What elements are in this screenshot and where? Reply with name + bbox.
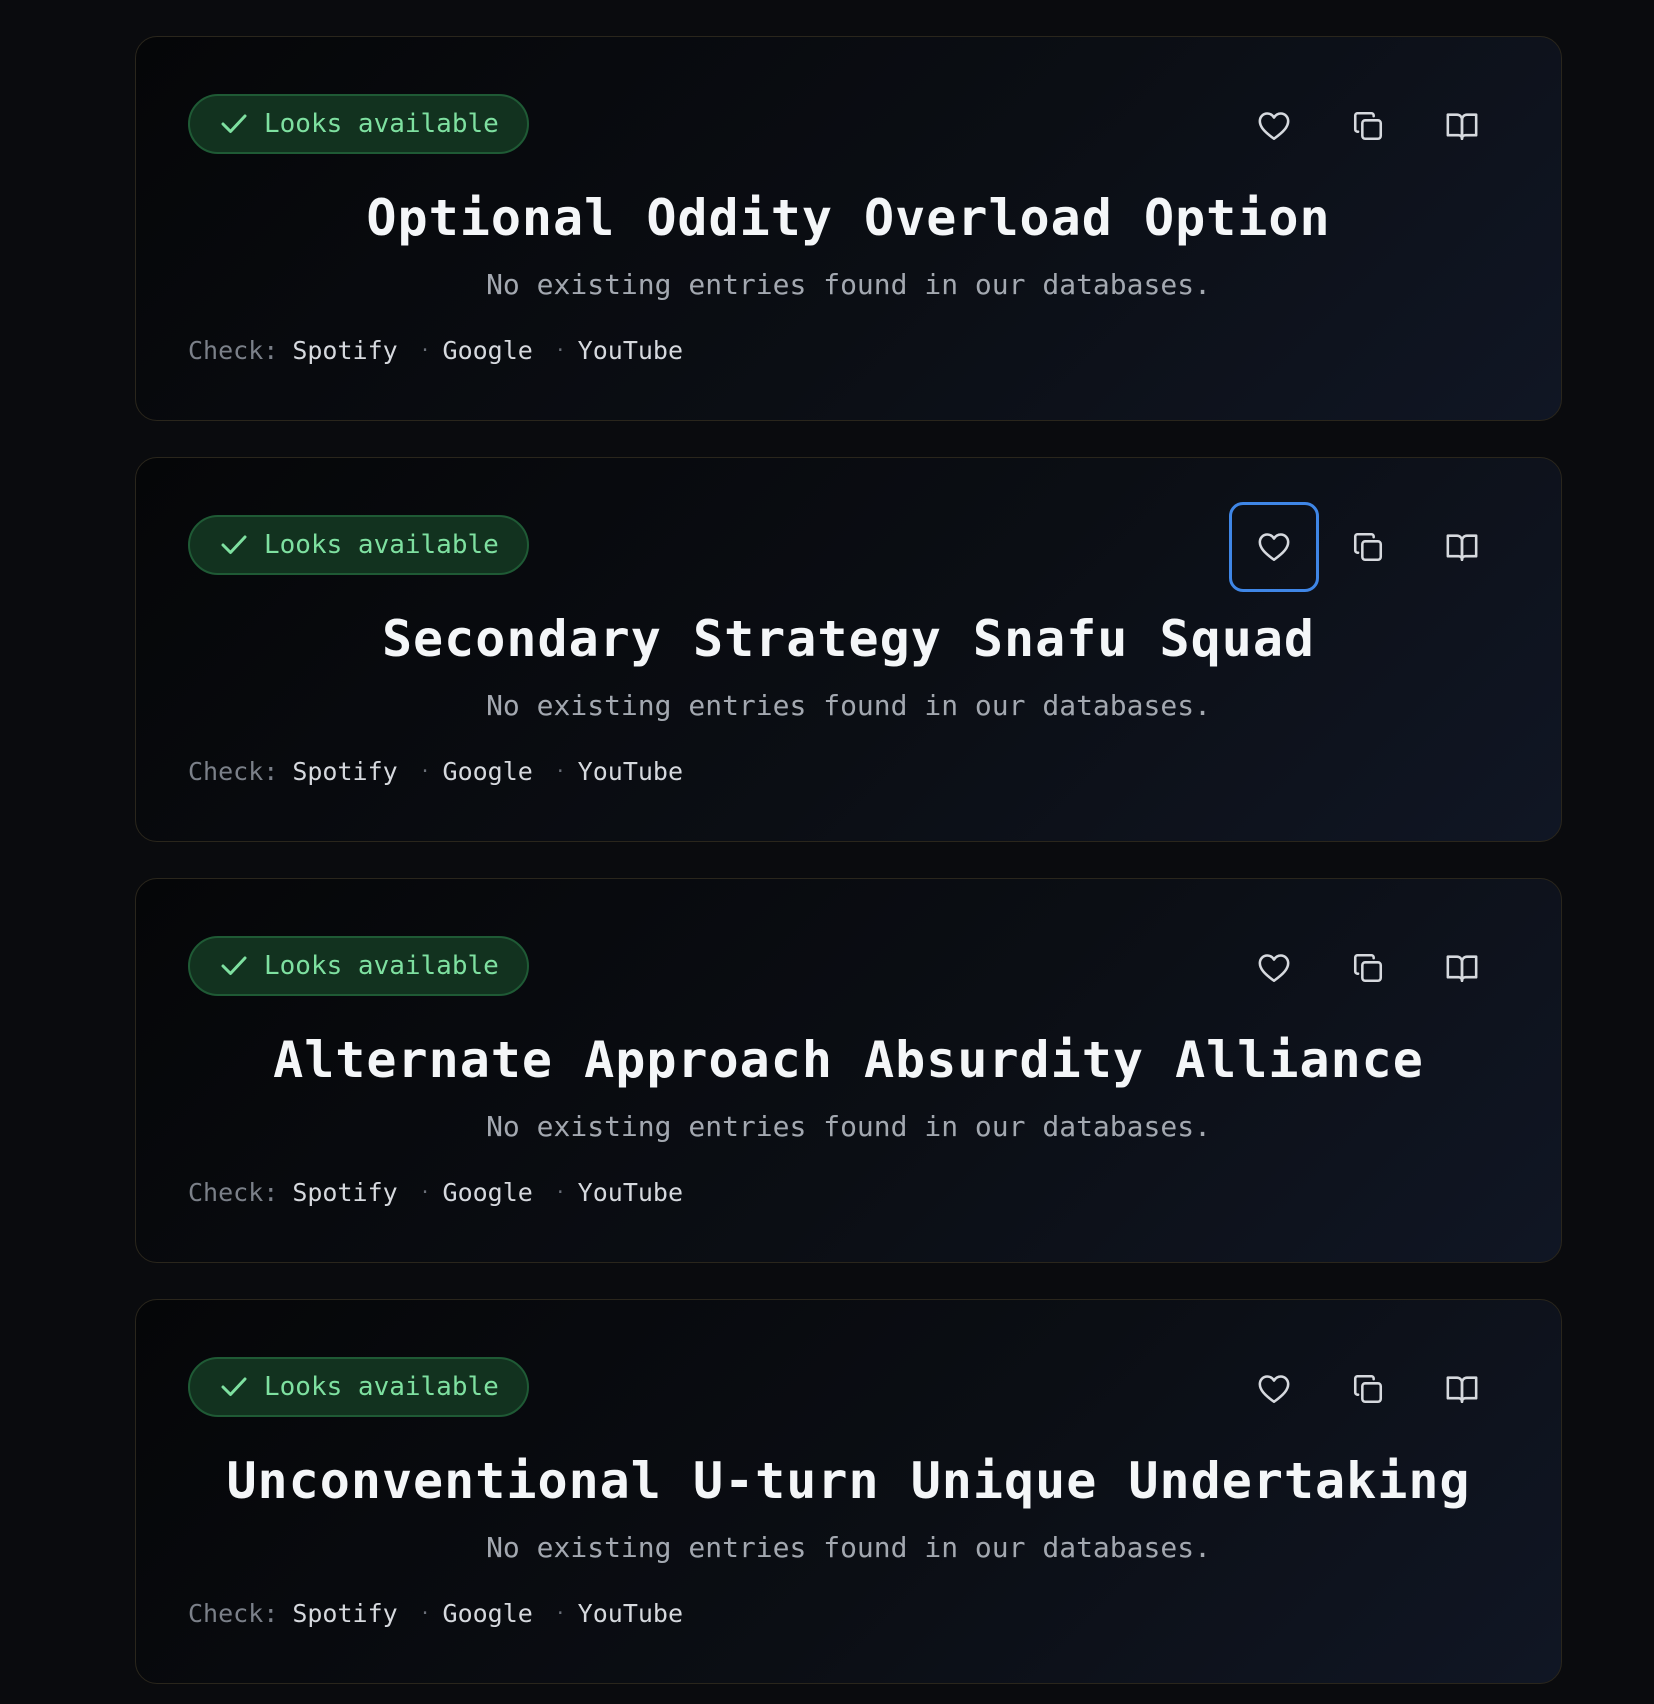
check-links: Check: Spotify · Google · YouTube bbox=[188, 1178, 683, 1207]
separator-dot: · bbox=[419, 1182, 431, 1203]
check-icon bbox=[220, 1375, 248, 1399]
result-subtitle: No existing entries found in our databas… bbox=[486, 1531, 1211, 1564]
google-link[interactable]: Google bbox=[443, 1178, 533, 1207]
result-card: Looks available Unconventional U-turn Un… bbox=[135, 1299, 1562, 1684]
google-link[interactable]: Google bbox=[443, 1599, 533, 1628]
separator-dot: · bbox=[554, 761, 566, 782]
book-open-icon bbox=[1445, 110, 1479, 142]
book-open-icon bbox=[1445, 531, 1479, 563]
google-link[interactable]: Google bbox=[443, 336, 533, 365]
availability-text: Looks available bbox=[264, 1372, 499, 1402]
heart-icon bbox=[1257, 952, 1291, 984]
check-links: Check: Spotify · Google · YouTube bbox=[188, 1599, 683, 1628]
spotify-link[interactable]: Spotify bbox=[292, 1599, 397, 1628]
availability-text: Looks available bbox=[264, 951, 499, 981]
copy-button[interactable] bbox=[1323, 502, 1413, 592]
availability-badge: Looks available bbox=[188, 936, 529, 996]
heart-icon bbox=[1257, 1373, 1291, 1405]
copy-icon bbox=[1351, 530, 1385, 564]
check-label: Check: bbox=[188, 336, 279, 365]
result-card: Looks available Optional Oddity Overload… bbox=[135, 36, 1562, 421]
copy-button[interactable] bbox=[1323, 923, 1413, 1013]
spotify-link[interactable]: Spotify bbox=[292, 1178, 397, 1207]
separator-dot: · bbox=[419, 340, 431, 361]
result-card: Looks available Alternate Approach Absur… bbox=[135, 878, 1562, 1263]
spotify-link[interactable]: Spotify bbox=[292, 757, 397, 786]
heart-icon bbox=[1257, 110, 1291, 142]
favorite-button[interactable] bbox=[1229, 81, 1319, 171]
dictionary-button[interactable] bbox=[1417, 923, 1507, 1013]
check-icon bbox=[220, 112, 248, 136]
name-title: Optional Oddity Overload Option bbox=[366, 189, 1331, 247]
result-subtitle: No existing entries found in our databas… bbox=[486, 1110, 1211, 1143]
book-open-icon bbox=[1445, 952, 1479, 984]
name-title: Unconventional U-turn Unique Undertaking bbox=[226, 1452, 1471, 1510]
availability-badge: Looks available bbox=[188, 94, 529, 154]
check-label: Check: bbox=[188, 757, 279, 786]
book-open-icon bbox=[1445, 1373, 1479, 1405]
google-link[interactable]: Google bbox=[443, 757, 533, 786]
separator-dot: · bbox=[554, 1603, 566, 1624]
name-title: Alternate Approach Absurdity Alliance bbox=[273, 1031, 1424, 1089]
availability-text: Looks available bbox=[264, 530, 499, 560]
separator-dot: · bbox=[554, 340, 566, 361]
favorite-button[interactable] bbox=[1229, 1344, 1319, 1434]
availability-badge: Looks available bbox=[188, 515, 529, 575]
check-label: Check: bbox=[188, 1178, 279, 1207]
card-actions bbox=[1229, 1344, 1507, 1434]
check-links: Check: Spotify · Google · YouTube bbox=[188, 757, 683, 786]
availability-badge: Looks available bbox=[188, 1357, 529, 1417]
card-actions bbox=[1229, 81, 1507, 171]
check-icon bbox=[220, 533, 248, 557]
check-links: Check: Spotify · Google · YouTube bbox=[188, 336, 683, 365]
copy-icon bbox=[1351, 109, 1385, 143]
youtube-link[interactable]: YouTube bbox=[578, 336, 683, 365]
availability-text: Looks available bbox=[264, 109, 499, 139]
check-icon bbox=[220, 954, 248, 978]
copy-icon bbox=[1351, 951, 1385, 985]
favorite-button[interactable] bbox=[1229, 923, 1319, 1013]
separator-dot: · bbox=[554, 1182, 566, 1203]
dictionary-button[interactable] bbox=[1417, 1344, 1507, 1434]
result-card: Looks available Secondary Strategy Snafu… bbox=[135, 457, 1562, 842]
card-actions bbox=[1229, 923, 1507, 1013]
favorite-button[interactable] bbox=[1229, 502, 1319, 592]
name-title: Secondary Strategy Snafu Squad bbox=[381, 610, 1316, 668]
separator-dot: · bbox=[419, 1603, 431, 1624]
result-subtitle: No existing entries found in our databas… bbox=[486, 268, 1211, 301]
results-list: Looks available Optional Oddity Overload… bbox=[135, 36, 1562, 1704]
result-subtitle: No existing entries found in our databas… bbox=[486, 689, 1211, 722]
copy-button[interactable] bbox=[1323, 1344, 1413, 1434]
check-label: Check: bbox=[188, 1599, 279, 1628]
heart-icon bbox=[1257, 531, 1291, 563]
youtube-link[interactable]: YouTube bbox=[578, 1599, 683, 1628]
copy-button[interactable] bbox=[1323, 81, 1413, 171]
separator-dot: · bbox=[419, 761, 431, 782]
dictionary-button[interactable] bbox=[1417, 502, 1507, 592]
spotify-link[interactable]: Spotify bbox=[292, 336, 397, 365]
youtube-link[interactable]: YouTube bbox=[578, 1178, 683, 1207]
card-actions bbox=[1229, 502, 1507, 592]
dictionary-button[interactable] bbox=[1417, 81, 1507, 171]
youtube-link[interactable]: YouTube bbox=[578, 757, 683, 786]
copy-icon bbox=[1351, 1372, 1385, 1406]
